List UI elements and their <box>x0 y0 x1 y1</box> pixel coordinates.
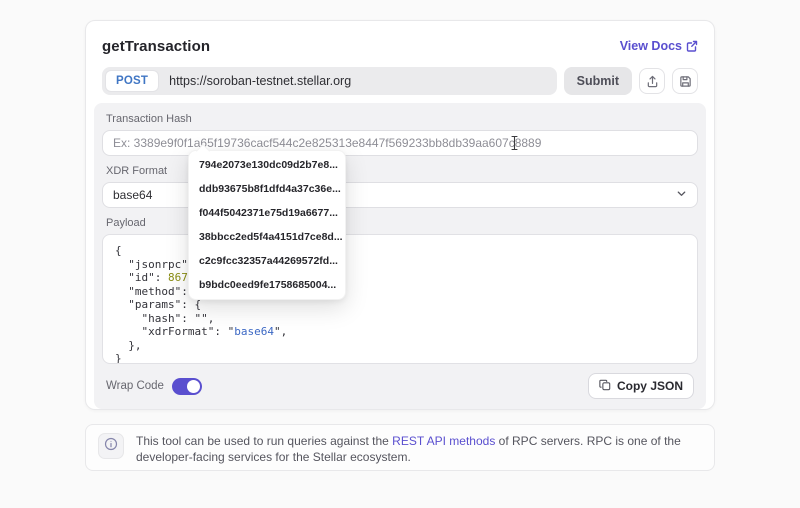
hash-suggestions-dropdown: 794e2073e130dc09d2b7e8... ddb93675b8f1dfd… <box>188 150 346 300</box>
save-icon <box>679 75 692 88</box>
payload-code-line: }, <box>115 338 142 352</box>
wrap-code-group: Wrap Code <box>106 377 202 395</box>
xdr-format-value: base64 <box>113 188 153 202</box>
wrap-code-toggle[interactable] <box>171 377 202 395</box>
endpoint-url: https://soroban-testnet.stellar.org <box>169 74 352 88</box>
hash-suggestion-item[interactable]: b9bdc0eed9fe1758685004... <box>189 273 345 297</box>
payload-code-line: "params": { <box>115 298 202 311</box>
wrap-code-label: Wrap Code <box>106 380 164 392</box>
hash-suggestion-item[interactable]: 794e2073e130dc09d2b7e8... <box>189 153 345 177</box>
external-link-icon <box>686 40 698 52</box>
copy-json-button[interactable]: Copy JSON <box>587 373 694 399</box>
request-settings-panel: Transaction Hash XDR Format base64 <box>94 103 706 409</box>
copy-json-label: Copy JSON <box>616 379 683 393</box>
info-box: This tool can be used to run queries aga… <box>85 424 715 471</box>
toggle-knob <box>186 379 200 393</box>
share-button[interactable] <box>639 68 665 94</box>
rest-api-methods-link[interactable]: REST API methods <box>392 434 495 448</box>
info-icon-tile <box>98 433 124 459</box>
endpoint-card: getTransaction View Docs POST https://so… <box>85 20 715 410</box>
submit-button[interactable]: Submit <box>563 67 632 95</box>
hash-suggestion-item[interactable]: 38bbcc2ed5f4a4151d7ce8d... <box>189 225 345 249</box>
chevron-down-icon <box>676 186 687 204</box>
panel-footer: Wrap Code Copy JSON <box>106 373 694 399</box>
save-button[interactable] <box>672 68 698 94</box>
payload-code-line: } <box>115 352 122 364</box>
url-bar[interactable]: POST https://soroban-testnet.stellar.org <box>102 67 557 95</box>
info-text: This tool can be used to run queries aga… <box>136 433 702 465</box>
payload-code-line: "hash": "", <box>115 311 215 325</box>
tx-hash-label: Transaction Hash <box>106 113 192 125</box>
text-cursor-pointer <box>510 135 519 156</box>
page-title: getTransaction <box>102 37 211 55</box>
hash-suggestion-item[interactable]: f044f5042371e75d19a6677... <box>189 201 345 225</box>
payload-code-line: "xdrFormat": "base64", <box>115 325 288 338</box>
info-text-before: This tool can be used to run queries aga… <box>136 434 393 448</box>
upload-icon <box>646 75 659 88</box>
http-method-badge: POST <box>105 70 160 92</box>
card-header: getTransaction View Docs <box>102 37 698 55</box>
hash-suggestion-item[interactable]: c2c9fcc32357a44269572fd... <box>189 249 345 273</box>
view-docs-link[interactable]: View Docs <box>620 39 698 53</box>
request-bar: POST https://soroban-testnet.stellar.org… <box>102 67 698 95</box>
copy-icon <box>599 379 611 394</box>
page: getTransaction View Docs POST https://so… <box>0 0 800 508</box>
hash-suggestion-item[interactable]: ddb93675b8f1dfd4a37c36e... <box>189 177 345 201</box>
view-docs-label: View Docs <box>619 39 682 53</box>
info-circle-icon <box>104 437 118 456</box>
hash-suggestions-list: 794e2073e130dc09d2b7e8... ddb93675b8f1dfd… <box>189 153 345 297</box>
